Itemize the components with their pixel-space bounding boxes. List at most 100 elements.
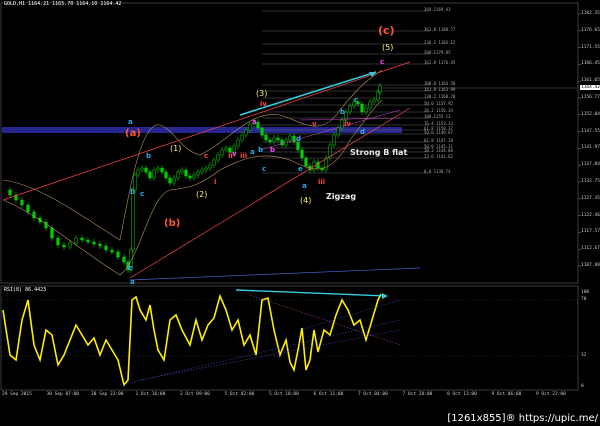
candle-body [224, 147, 228, 151]
price-tick: 1141.97 [581, 145, 600, 151]
candle-body [212, 159, 216, 166]
candle-body [164, 171, 168, 179]
candle-body [268, 139, 272, 143]
candle-body [168, 177, 172, 184]
time-label: 9 Oct 06:00 [491, 392, 522, 397]
sub-wave-label: b [270, 146, 276, 154]
wave-label-w1: (1) [170, 144, 182, 153]
candle-body [160, 167, 164, 173]
sub-wave-label: b [258, 146, 264, 154]
fib-level-label: 38.2 1156.34 [424, 108, 453, 113]
candle-body [26, 204, 30, 213]
sub-wave-label: c [140, 190, 145, 198]
sub-wave-label: c [380, 58, 385, 66]
candle-body [68, 242, 72, 248]
sub-wave-label: a [252, 118, 257, 126]
price-tick: 1112.67 [581, 246, 600, 252]
sub-wave-label: iv [260, 100, 267, 108]
candle-body [104, 245, 108, 251]
price-tick: 1152.04 [581, 111, 600, 117]
fib-level-label: 38.2 1144.04 [424, 148, 453, 153]
price-tick: 1147.55 [581, 128, 600, 134]
candle-body [140, 167, 144, 171]
candle-body [44, 221, 48, 229]
candle-body [136, 169, 140, 176]
wave-label-a_red: (a) [125, 128, 141, 139]
candle-body [110, 249, 114, 253]
price-tick: 1117.57 [581, 229, 600, 235]
candle-body [196, 171, 200, 176]
time-label: 30 Sep 23:00 [91, 392, 124, 397]
sub-wave-label: b [340, 108, 346, 116]
candle-body [188, 175, 192, 179]
candle-body [216, 154, 220, 161]
time-label: 6 Oct 11:00 [313, 392, 344, 397]
candle-body [80, 237, 84, 241]
candle-body [332, 134, 336, 146]
candle-body [204, 167, 208, 171]
watermark: [1261x855]® https://upic.me/ [447, 413, 598, 424]
candle-body [304, 157, 308, 167]
price-tick: 1107.88 [581, 263, 600, 268]
time-label: 7 Oct 20:00 [402, 392, 433, 397]
fib-level-label: 236.2 1183.12 [424, 40, 456, 45]
candle-body [172, 177, 176, 184]
fib-level-label: 50.0 1157.92 [424, 101, 453, 106]
wave-label-c_red: (c) [378, 24, 395, 37]
candle-body [98, 243, 102, 247]
sub-wave-label: e [298, 165, 303, 173]
candle-body [288, 135, 292, 141]
candle-body [152, 169, 156, 179]
fib-level-label: 0.0 1138.74 [424, 169, 451, 174]
candle-body [248, 123, 252, 131]
price-tick: 1161.65 [581, 78, 600, 84]
wave-label-w4: (4) [300, 196, 312, 205]
candle-body [8, 189, 12, 196]
price-tick: 1171.55 [581, 44, 600, 50]
candle-body [348, 105, 352, 113]
time-label: 7 Oct 04:00 [358, 392, 388, 397]
candle-body [144, 167, 148, 173]
fib-level-label: 269.1169.43 [424, 7, 451, 12]
candle-body [56, 237, 60, 246]
sub-wave-label: c [204, 152, 209, 160]
sub-wave-label: a [250, 148, 255, 156]
rsi-tick: 32 [581, 353, 587, 358]
candle-body [208, 164, 212, 169]
candle-body [364, 107, 368, 113]
candle-body [372, 99, 376, 103]
time-label: 8 Oct 13:00 [447, 392, 477, 397]
sub-wave-label: b [130, 188, 136, 196]
rsi-tick: 100 [581, 290, 590, 295]
time-label: 5 Oct 02:00 [224, 392, 255, 397]
sub-wave-label: d [296, 135, 302, 143]
time-label: 9 Oct 22:00 [536, 392, 566, 397]
candle-body [264, 134, 268, 141]
rsi-tick: 70 [581, 297, 587, 302]
candle-body [20, 199, 24, 206]
price-tick: 1176.65 [581, 27, 600, 33]
time-label: 30 Sep 07:00 [46, 392, 80, 397]
chart-canvas[interactable] [0, 0, 600, 426]
fib-level-label: 23.6 1141.62 [424, 154, 453, 159]
candle-body [236, 139, 240, 147]
candle-body [62, 244, 66, 248]
candle-body [272, 137, 276, 143]
sub-wave-label: c [262, 165, 267, 173]
wave-label-b_red: (b) [164, 218, 181, 229]
price-tick: 1156.77 [581, 95, 600, 100]
sub-wave-label: a [130, 278, 135, 286]
price-tick: 1127.35 [581, 195, 600, 201]
sub-wave-label: iii [318, 178, 326, 186]
sub-wave-label: d [360, 128, 366, 136]
fib-level-label: 61.8 1147.18 [424, 138, 453, 143]
price-tick: 1137.84 [581, 162, 600, 168]
candle-body [50, 227, 54, 239]
candle-body [276, 137, 280, 141]
candle-body [344, 111, 348, 121]
candle-body [376, 91, 380, 101]
wave-label-w3: (3) [256, 89, 268, 98]
candle-body [292, 135, 296, 143]
candle-body [200, 169, 204, 173]
fib-level-label: 138.2 1160.20 [424, 94, 456, 99]
